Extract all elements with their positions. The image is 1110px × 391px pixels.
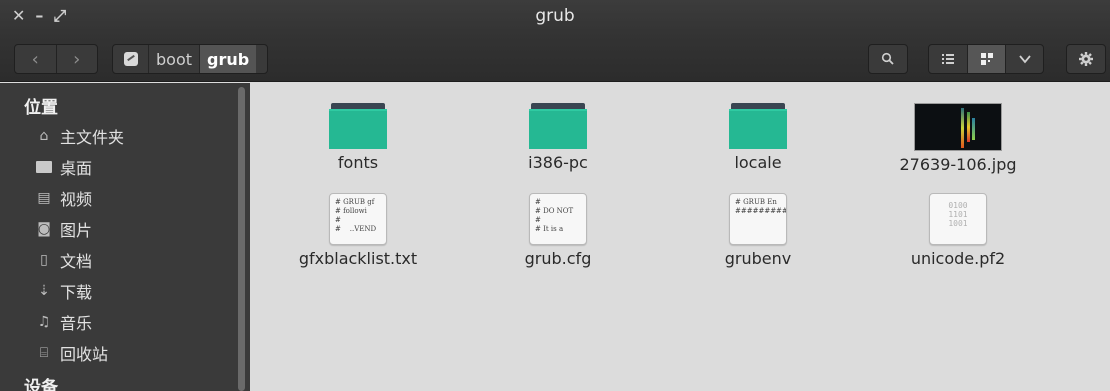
binary-file-icon: 0100 1101 1001 [929,193,987,245]
view-menu-button[interactable] [1005,45,1043,73]
forward-icon: › [73,48,81,70]
sidebar-item-trash[interactable]: ⌸ 回收站 [34,340,108,366]
home-icon: ⌂ [39,128,49,144]
sidebar-item-label: 桌面 [60,159,93,178]
sidebar-item-label: 回收站 [60,345,109,364]
text-file-icon: # # DO NOT # # It is a [529,193,587,245]
sidebar-heading-places: 位置 [24,98,58,118]
file-name: gfxblacklist.txt [298,249,418,268]
list-view-icon [942,54,954,64]
file-name: locale [734,153,782,172]
list-view-button[interactable] [929,45,967,73]
settings-button[interactable] [1066,44,1106,74]
music-icon: ♫ [37,314,51,330]
title-bar: ✕ – ⤢ grub [0,0,1110,36]
folder-icon [729,103,787,149]
file-preview: # GRUB gf # followi # # ..VEND [335,198,377,233]
file-item-locale[interactable]: locale [668,103,848,172]
image-thumbnail [914,103,1002,151]
sidebar-heading-devices: 设备 [24,378,58,391]
file-preview: # # DO NOT # # It is a [535,198,574,233]
folder-icon [34,161,54,173]
sidebar-item-label: 图片 [60,221,93,240]
sidebar-item-music[interactable]: ♫ 音乐 [34,309,92,335]
search-button[interactable] [868,44,908,74]
path-segment-grub[interactable]: grub [199,45,257,73]
file-item-i386-pc[interactable]: i386-pc [468,103,648,172]
file-preview: 0100 1101 1001 [948,201,968,228]
file-item-fonts[interactable]: fonts [268,103,448,172]
disk-icon [123,52,138,66]
trash-icon: ⌸ [39,345,49,361]
sidebar-item-label: 视频 [60,190,93,209]
search-icon [869,45,907,73]
text-file-icon: # GRUB En ########## [729,193,787,245]
file-name: unicode.pf2 [910,249,1006,268]
file-grid: fonts i386-pc locale 27639-106.jpg # GRU… [250,83,1110,391]
forward-button[interactable]: › [55,45,98,73]
file-name: i386-pc [528,153,588,172]
file-item-grubenv[interactable]: # GRUB En ########## grubenv [668,193,848,268]
back-button[interactable]: ‹ [15,45,56,73]
download-icon: ⇣ [38,283,50,299]
window-title: grub [535,6,575,26]
sidebar: 位置 ⌂ 主文件夹 桌面 ▤ 视频 ◙ 图片 ▯ 文档 ⇣ 下载 ♫ 音乐 ⌸ … [0,83,250,391]
grid-view-button[interactable] [967,45,1005,73]
grid-view-icon [980,53,993,65]
file-name: grubenv [724,249,792,268]
video-icon: ▤ [37,190,51,206]
folder-icon [329,103,387,149]
file-item-27639-106-jpg[interactable]: 27639-106.jpg [868,103,1048,174]
path-segment-boot[interactable]: boot [149,45,199,73]
navigation-buttons: ‹ › [14,44,98,74]
file-item-grub-cfg[interactable]: # # DO NOT # # It is a grub.cfg [468,193,648,268]
file-item-unicode-pf2[interactable]: 0100 1101 1001 unicode.pf2 [868,193,1048,268]
sidebar-item-videos[interactable]: ▤ 视频 [34,185,92,211]
sidebar-item-label: 文档 [60,252,93,271]
path-root-button[interactable] [113,45,149,73]
sidebar-item-label: 下载 [60,283,93,302]
sidebar-item-downloads[interactable]: ⇣ 下载 [34,278,92,304]
sidebar-scrollbar[interactable] [238,87,245,391]
file-name: 27639-106.jpg [899,155,1017,174]
toolbar: ‹ › boot grub [0,36,1110,82]
file-name: fonts [337,153,379,172]
file-item-gfxblacklist-txt[interactable]: # GRUB gf # followi # # ..VEND gfxblackl… [268,193,448,268]
sidebar-item-pictures[interactable]: ◙ 图片 [34,216,92,242]
sidebar-item-desktop[interactable]: 桌面 [34,154,92,180]
sidebar-item-label: 音乐 [60,314,93,333]
view-switcher [928,44,1044,74]
folder-icon [529,103,587,149]
sidebar-item-documents[interactable]: ▯ 文档 [34,247,92,273]
back-icon: ‹ [31,48,39,70]
chevron-down-icon [1018,55,1031,64]
path-bar: boot grub [112,44,268,74]
document-icon: ▯ [40,252,48,268]
sidebar-item-home[interactable]: ⌂ 主文件夹 [34,123,124,149]
sidebar-item-label: 主文件夹 [60,128,125,147]
text-file-icon: # GRUB gf # followi # # ..VEND [329,193,387,245]
file-preview: # GRUB En ########## [735,198,786,215]
camera-icon: ◙ [37,221,51,237]
gear-icon [1067,45,1105,73]
file-name: grub.cfg [524,249,592,268]
